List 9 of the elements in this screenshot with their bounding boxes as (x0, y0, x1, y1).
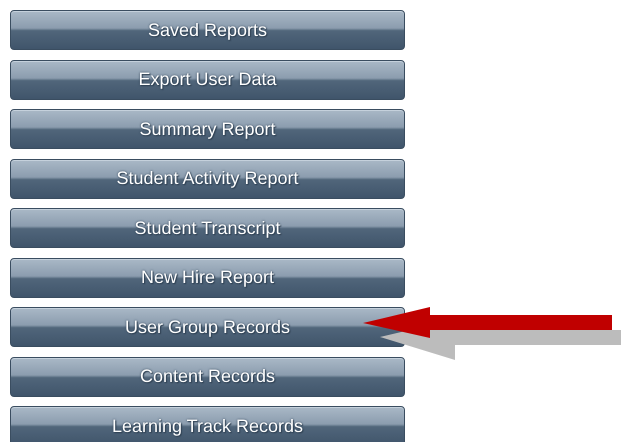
report-button[interactable]: Saved Reports (10, 10, 405, 50)
report-button[interactable]: Summary Report (10, 109, 405, 149)
report-button[interactable]: Export User Data (10, 60, 405, 100)
report-button[interactable]: New Hire Report (10, 258, 405, 298)
report-button[interactable]: Student Transcript (10, 208, 405, 248)
report-button[interactable]: User Group Records (10, 307, 405, 347)
report-button[interactable]: Learning Track Records (10, 406, 405, 442)
report-button[interactable]: Content Records (10, 356, 405, 396)
report-button[interactable]: Student Activity Report (10, 158, 405, 198)
